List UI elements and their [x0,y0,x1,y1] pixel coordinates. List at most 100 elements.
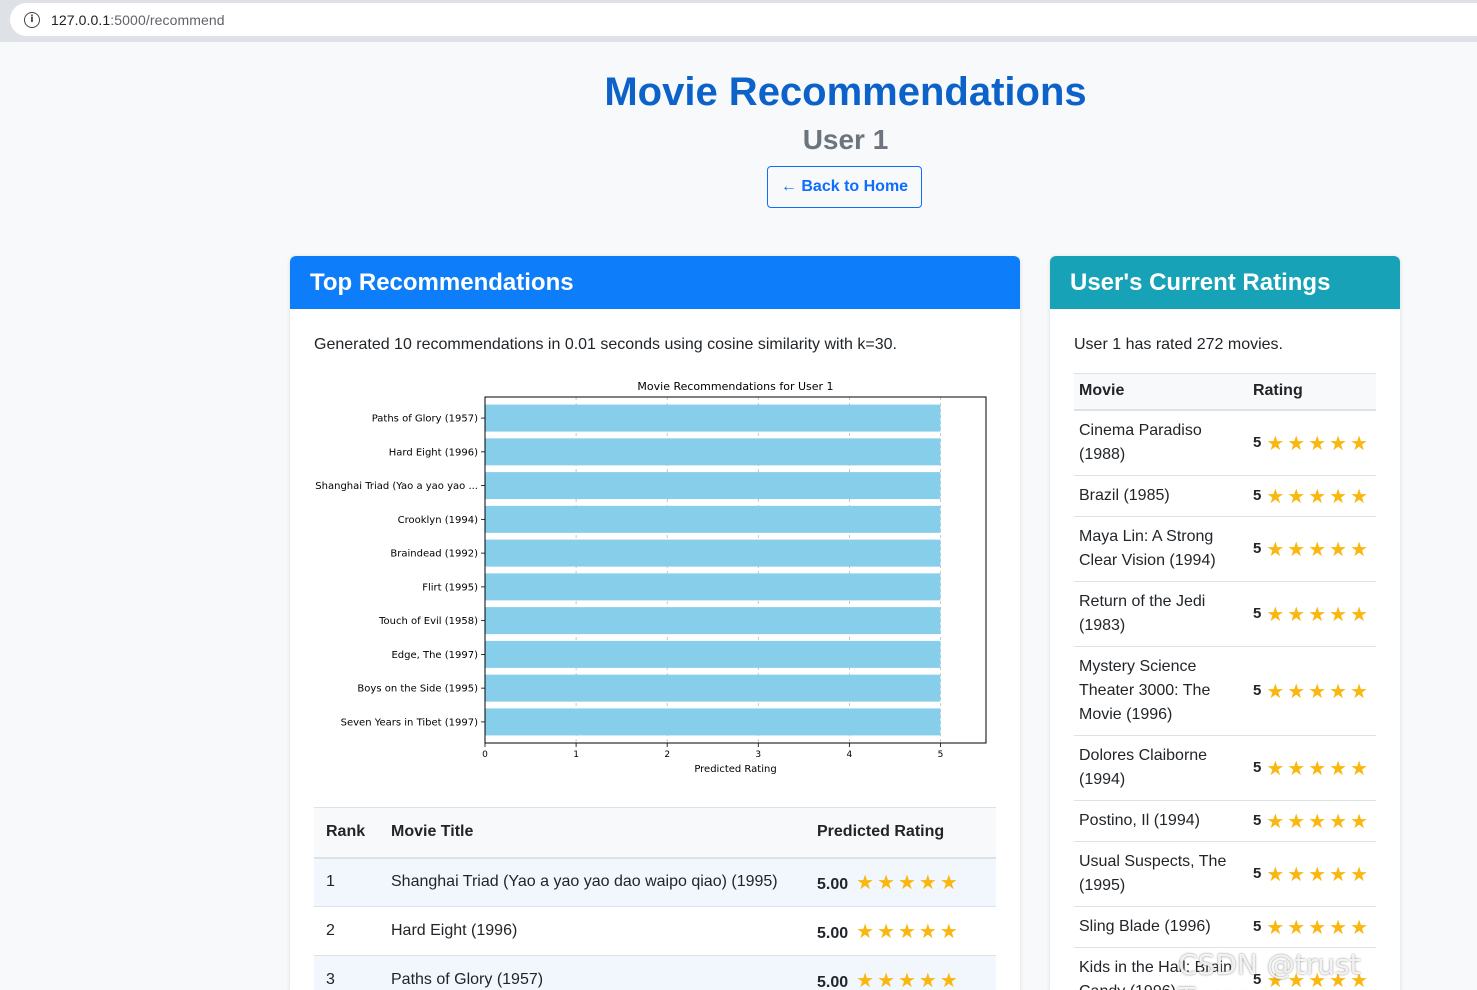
x-tick-label: 0 [482,750,488,760]
x-tick-label: 4 [846,750,852,760]
rating-value-cell: 5 [1247,516,1267,582]
browser-toolbar: i 127.0.0.1:5000/recommend [0,0,1477,42]
title-cell: Paths of Glory (1957) [379,955,805,990]
col-rating-header[interactable]: Rating [1247,373,1376,411]
table-row: Brazil (1985) 5 ★★★★★ [1074,475,1376,517]
col-rating-header[interactable]: Predicted Rating [805,807,996,859]
rating-cell: 5.00 ★★★★★ [805,955,996,990]
table-header-row: Rank Movie Title Predicted Rating [314,807,996,859]
x-axis-label: Predicted Rating [694,764,776,775]
star-rating-icon: ★★★★★ [1266,516,1376,582]
movie-title-cell: Return of the Jedi (1983) [1074,581,1248,647]
x-tick-label: 2 [664,750,670,760]
movie-title-cell: Dolores Claiborne (1994) [1074,735,1248,801]
recommendations-chart: Paths of Glory (1957) Hard Eight (1996) Sh… [314,376,994,776]
title-cell: Shanghai Triad (Yao a yao yao dao waipo … [379,857,805,907]
y-tick-label: Edge, The (1997) [391,650,478,661]
y-tick-label: Braindead (1992) [390,549,478,560]
url-host: 127.0.0.1 [51,11,111,28]
y-tick-label: Boys on the Side (1995) [357,684,478,695]
chart-bar [485,674,941,702]
chart-title: Movie Recommendations for User 1 [637,380,833,393]
user-ratings-table: Movie Rating Cinema Paradiso (1988) 5 ★★★★… [1074,373,1376,990]
col-rank-header[interactable]: Rank [314,807,379,859]
movie-title-cell: Usual Suspects, The (1995) [1074,841,1248,907]
movie-title-cell: Maya Lin: A Strong Clear Vision (1994) [1074,516,1248,582]
watermark: CSDN @trust Tomorrow [1178,948,1361,990]
star-rating-icon: ★★★★★ [1266,581,1376,647]
star-rating-icon: ★★★★★ [856,919,961,943]
chart-bar [485,404,941,432]
rating-value-cell: 5 [1247,841,1267,907]
chart-bar [485,708,941,736]
site-info-icon[interactable]: i [24,11,40,28]
rating-value-cell: 5 [1247,581,1267,647]
y-tick-label: Crooklyn (1994) [398,515,478,526]
y-tick-label: Flirt (1995) [422,582,478,593]
chart-bar [485,539,941,567]
recommendations-card: Top Recommendations Generated 10 recomme… [290,256,1020,990]
rating-value-cell: 5 [1247,475,1267,517]
recommendations-card-title: Top Recommendations [290,256,1020,309]
rating-cell: 5.00 ★★★★★ [805,857,996,907]
rating-value-cell: 5 [1247,409,1267,476]
rating-value-cell: 5 [1247,735,1267,801]
movie-title-cell: Sling Blade (1996) [1074,906,1248,948]
recommendations-description: Generated 10 recommendations in 0.01 sec… [314,336,897,353]
col-movie-header[interactable]: Movie [1074,373,1248,411]
movie-title-cell: Postino, Il (1994) [1074,800,1248,842]
table-row: 2 Hard Eight (1996) 5.00 ★★★★★ [314,906,996,956]
url-text: 127.0.0.1:5000/recommend [51,12,225,28]
rating-value-cell: 5 [1247,906,1267,948]
user-ratings-card: User's Current Ratings User 1 has rated … [1050,256,1400,990]
table-row: Dolores Claiborne (1994) 5 ★★★★★ [1074,735,1376,801]
x-tick-label: 1 [573,750,579,760]
rating-cell: 5.00 ★★★★★ [805,906,996,956]
chart-bar [485,607,941,635]
star-rating-icon: ★★★★★ [856,968,961,990]
y-tick-label: Paths of Glory (1957) [372,414,478,425]
star-rating-icon: ★★★★★ [856,870,961,895]
star-rating-icon: ★★★★★ [1266,800,1376,842]
user-ratings-card-title: User's Current Ratings [1050,256,1400,309]
rank-cell: 2 [314,906,379,956]
star-rating-icon: ★★★★★ [1266,475,1376,517]
table-row: Usual Suspects, The (1995) 5 ★★★★★ [1074,841,1376,907]
predicted-rating-value: 5.00 [817,925,849,942]
table-header-row: Movie Rating [1074,373,1376,411]
y-tick-label: Shanghai Triad (Yao a yao yao ... [315,481,478,492]
rank-cell: 1 [314,857,379,907]
chart-bar [485,640,941,668]
rating-value-cell: 5 [1247,646,1267,736]
predicted-rating-value: 5.00 [817,974,849,990]
rank-cell: 3 [314,955,379,990]
address-bar[interactable]: i 127.0.0.1:5000/recommend [10,3,1477,36]
table-row: 3 Paths of Glory (1957) 5.00 ★★★★★ [314,955,996,990]
col-title-header[interactable]: Movie Title [379,807,805,859]
chart-bar [485,573,941,601]
star-rating-icon: ★★★★★ [1266,735,1376,801]
y-tick-label: Touch of Evil (1958) [378,616,478,627]
movie-title-cell: Cinema Paradiso (1988) [1074,409,1248,476]
table-row: Mystery Science Theater 3000: The Movie … [1074,646,1376,736]
x-tick-label: 3 [755,750,761,760]
star-rating-icon: ★★★★★ [1266,841,1376,907]
recommendations-table: Rank Movie Title Predicted Rating 1 Shang… [314,807,996,990]
table-row: Sling Blade (1996) 5 ★★★★★ [1074,906,1376,948]
chart-svg: Paths of Glory (1957) Hard Eight (1996) Sh… [315,380,987,775]
table-row: Cinema Paradiso (1988) 5 ★★★★★ [1074,409,1376,476]
table-row: 1 Shanghai Triad (Yao a yao yao dao waipo… [314,857,996,907]
table-row: Return of the Jedi (1983) 5 ★★★★★ [1074,581,1376,647]
star-rating-icon: ★★★★★ [1266,906,1376,948]
table-row: Postino, Il (1994) 5 ★★★★★ [1074,800,1376,842]
chart-bar [485,505,941,533]
back-to-home-button[interactable]: ← Back to Home [767,166,922,208]
rating-value-cell: 5 [1247,800,1267,842]
chart-bar [485,438,941,466]
movie-title-cell: Brazil (1985) [1074,475,1248,517]
star-rating-icon: ★★★★★ [1266,646,1376,736]
star-rating-icon: ★★★★★ [1266,409,1376,476]
y-tick-label: Hard Eight (1996) [389,447,478,458]
title-cell: Hard Eight (1996) [379,906,805,956]
url-path: :5000/recommend [110,11,225,28]
